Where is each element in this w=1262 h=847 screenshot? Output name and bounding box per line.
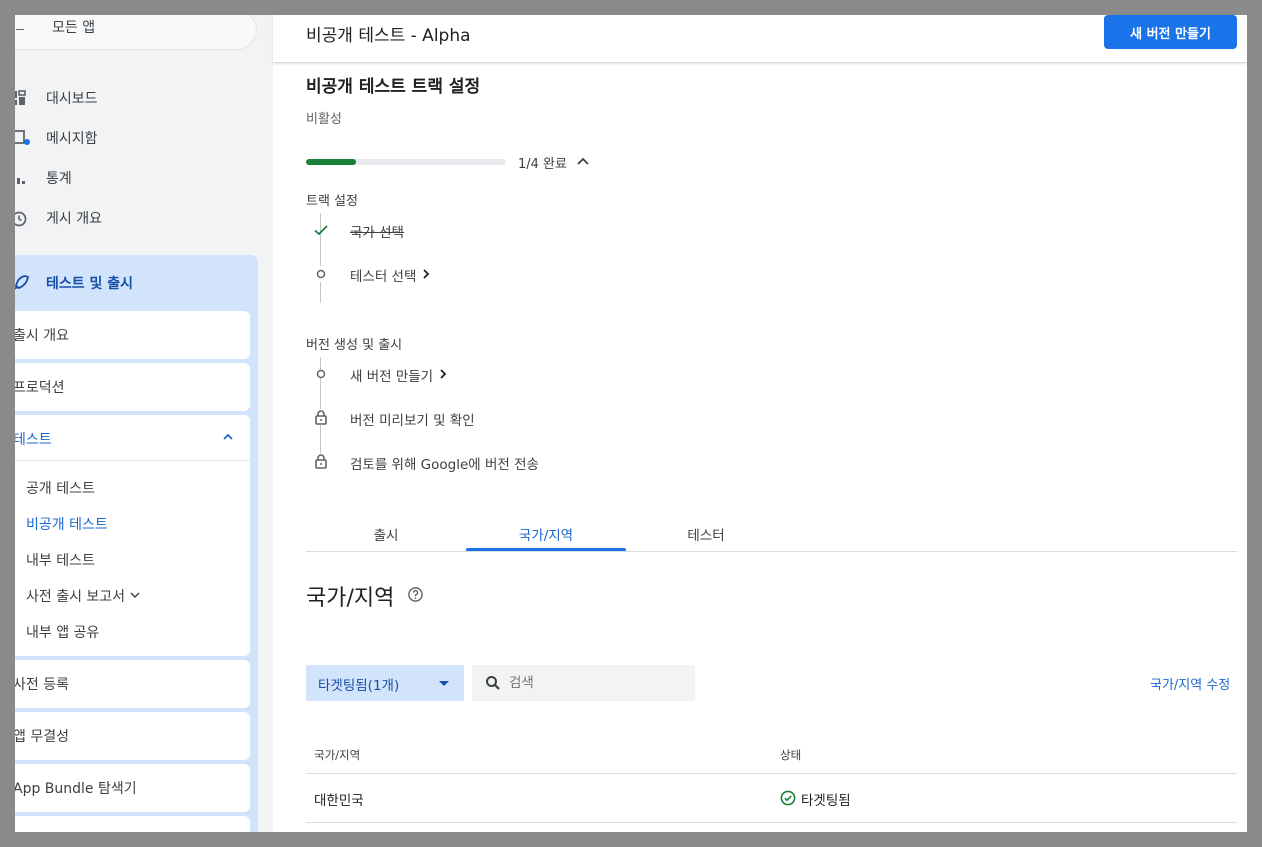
lock-icon <box>313 453 329 469</box>
step-pending-icon <box>313 266 329 282</box>
sidebar-item-label: 앱 무결성 <box>15 729 69 745</box>
group-label-track-setup: 트랙 설정 <box>306 194 358 209</box>
sidebar-item-label: 출시 개요 <box>15 328 69 344</box>
divider <box>15 460 250 461</box>
sidebar-item-testing[interactable]: 테스트 <box>15 429 52 449</box>
rocket-icon <box>15 275 30 290</box>
app-window: 모든 앱 대시보드 메시지함 통계 게시 개요 테스트 및 출시 출시 개요 프… <box>15 15 1247 832</box>
chevron-right-icon[interactable] <box>438 368 448 380</box>
sidebar-item-production[interactable]: 프로덕션 <box>15 363 250 411</box>
chevron-down-icon[interactable] <box>130 591 140 599</box>
setup-title: 비공개 테스트 트랙 설정 <box>306 77 481 97</box>
sidebar-item-pre-registration[interactable]: 사전 등록 <box>15 660 250 708</box>
clock-icon <box>15 211 27 227</box>
sidebar-item-internal-app-sharing[interactable]: 내부 앱 공유 <box>26 622 99 642</box>
dashboard-icon <box>15 90 26 105</box>
group-label-create-release: 버전 생성 및 출시 <box>306 338 403 353</box>
step-pending-icon <box>316 369 326 379</box>
edit-countries-link[interactable]: 국가/지역 수정 <box>1150 674 1230 693</box>
sidebar-item-label: 메시지함 <box>46 131 98 147</box>
sidebar-item-label: 대시보드 <box>46 91 98 107</box>
tab-testers[interactable]: 테스터 <box>626 524 786 544</box>
column-header-status[interactable]: 상태 <box>780 747 801 763</box>
chevron-right-icon[interactable] <box>421 268 431 280</box>
inbox-icon <box>15 130 25 144</box>
step-create-release[interactable]: 새 버전 만들기 <box>350 365 433 385</box>
cell-status: 타겟팅됨 <box>801 793 851 809</box>
help-icon[interactable] <box>407 586 424 603</box>
tab-bar: 출시 국가/지역 테스터 <box>306 512 1237 552</box>
dropdown-arrow-icon <box>439 681 449 686</box>
create-new-release-button[interactable]: 새 버전 만들기 <box>1104 15 1237 49</box>
cell-country: 대한민국 <box>314 793 364 809</box>
all-apps-label: 모든 앱 <box>52 20 96 36</box>
main-content: 비공개 테스트 - Alpha 새 버전 만들기 비공개 테스트 트랙 설정 비… <box>273 15 1247 832</box>
filter-label: 타겟팅됨(1개) <box>318 678 400 694</box>
sidebar-item-app-integrity[interactable]: 앱 무결성 <box>15 712 250 760</box>
active-tab-indicator <box>466 548 626 551</box>
page-header: 비공개 테스트 - Alpha 새 버전 만들기 <box>273 15 1247 63</box>
sidebar-item-app-bundle-explorer[interactable]: App Bundle 탐색기 <box>15 764 250 812</box>
check-icon <box>314 225 328 236</box>
unread-dot <box>24 139 30 145</box>
tab-countries[interactable]: 국가/지역 <box>466 524 626 544</box>
sidebar-item-label: 통계 <box>46 171 72 187</box>
check-circle-icon <box>780 790 796 806</box>
setup-progress-bar <box>306 159 506 165</box>
sidebar-item-release-overview[interactable]: 출시 개요 <box>15 311 250 359</box>
progress-text: 1/4 완료 <box>518 157 567 172</box>
sidebar-item-test-release[interactable]: 테스트 및 출시 <box>46 273 133 293</box>
sidebar-item-label: 게시 개요 <box>46 211 102 227</box>
lock-icon <box>313 409 329 425</box>
page-title: 비공개 테스트 - Alpha <box>306 26 471 46</box>
sidebar-item-label: App Bundle 탐색기 <box>15 781 137 797</box>
sidebar-item-label: 프로덕션 <box>15 380 65 396</box>
section-title-countries: 국가/지역 <box>306 586 395 611</box>
sidebar-item-label: 사전 등록 <box>15 677 69 693</box>
all-apps-button[interactable]: 모든 앱 <box>15 15 257 50</box>
setup-progress-fill <box>306 159 356 165</box>
bar-chart-icon <box>17 178 25 184</box>
back-arrow-icon <box>16 29 24 30</box>
chevron-up-icon[interactable] <box>575 155 591 167</box>
sidebar-item-pre-launch-report[interactable]: 사전 출시 보고서 <box>26 586 125 606</box>
search-input[interactable] <box>509 673 679 693</box>
table-header: 국가/지역 상태 <box>306 737 1237 774</box>
column-header-country[interactable]: 국가/지역 <box>314 747 360 763</box>
sidebar-item-closed-testing[interactable]: 비공개 테스트 <box>26 514 108 534</box>
search-icon <box>486 676 500 690</box>
search-box <box>472 665 695 701</box>
chevron-up-icon[interactable] <box>222 432 234 442</box>
step-preview-confirm: 버전 미리보기 및 확인 <box>350 413 475 429</box>
sidebar-group-test-release: 테스트 및 출시 출시 개요 프로덕션 테스트 공개 테스트 비공개 테스트 내… <box>15 255 258 832</box>
tab-releases[interactable]: 출시 <box>306 524 466 544</box>
sidebar-item-more[interactable] <box>15 816 250 832</box>
sidebar-group-testing: 테스트 공개 테스트 비공개 테스트 내부 테스트 사전 출시 보고서 내부 앱… <box>15 415 250 656</box>
step-send-for-review: 검토를 위해 Google에 버전 전송 <box>350 457 539 473</box>
sidebar-item-internal-testing[interactable]: 내부 테스트 <box>26 550 95 570</box>
table-row: 대한민국 타겟팅됨 <box>306 774 1237 823</box>
targeting-filter-dropdown[interactable]: 타겟팅됨(1개) <box>306 665 464 701</box>
step-select-countries[interactable]: 국가 선택 <box>350 221 404 241</box>
track-status: 비활성 <box>306 112 342 127</box>
sidebar: 모든 앱 대시보드 메시지함 통계 게시 개요 테스트 및 출시 출시 개요 프… <box>15 15 273 832</box>
sidebar-item-open-testing[interactable]: 공개 테스트 <box>26 478 95 498</box>
step-select-testers[interactable]: 테스터 선택 <box>350 265 416 285</box>
